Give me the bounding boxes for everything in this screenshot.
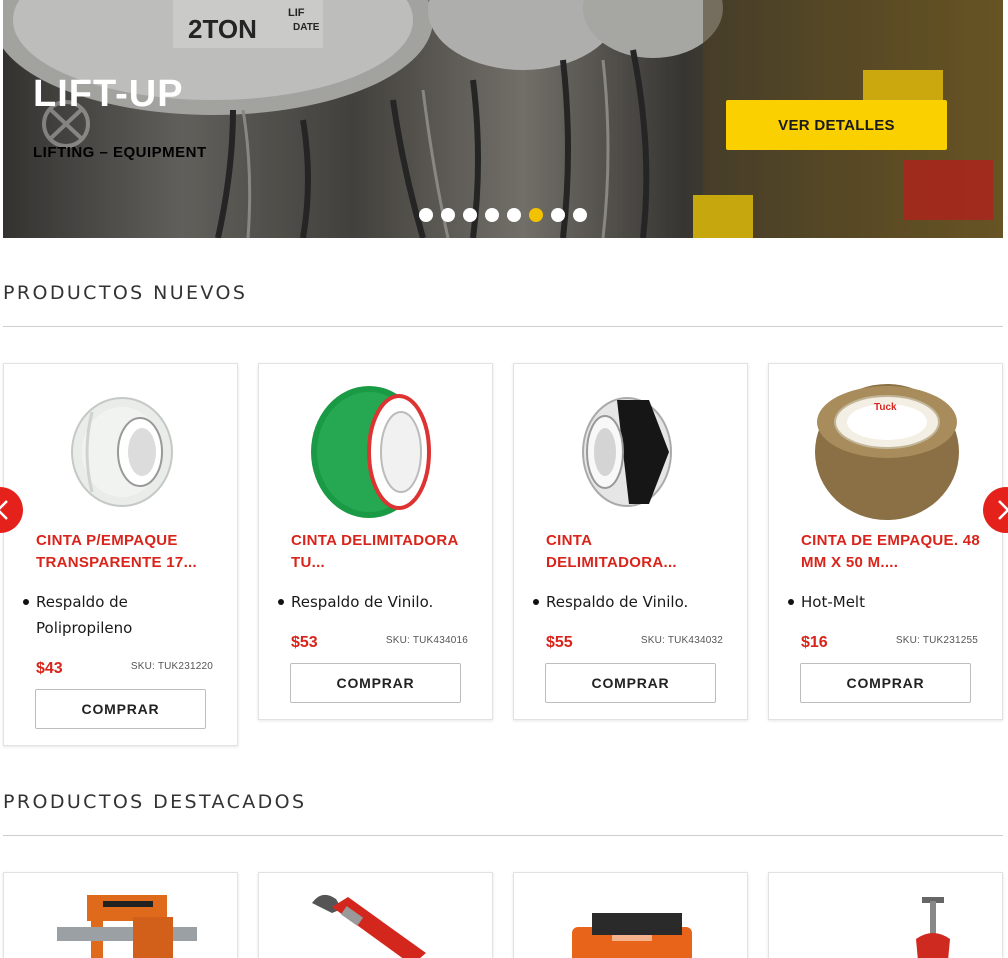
chevron-left-icon	[0, 500, 8, 520]
product-image[interactable]	[787, 887, 987, 958]
product-sku: SKU: TUK434032	[640, 635, 723, 646]
slider-dots	[419, 208, 587, 222]
product-price: $16	[801, 634, 828, 651]
view-details-button[interactable]: VER DETALLES	[726, 100, 947, 150]
product-price: $43	[36, 660, 63, 677]
featured-product-card[interactable]	[3, 872, 238, 958]
product-image[interactable]	[532, 887, 732, 958]
clear-tape-icon	[71, 397, 173, 507]
product-sku: SKU: TUK231255	[895, 635, 978, 646]
green-tape-icon	[311, 386, 431, 518]
slider-dot-3[interactable]	[463, 208, 477, 222]
brand-tagline: LIFTING – EQUIPMENT	[33, 144, 207, 161]
product-card[interactable]: CINTA P/EMPAQUE TRANSPARENTE 17... Respa…	[3, 363, 238, 746]
slider-dot-1[interactable]	[419, 208, 433, 222]
svg-text:Tuck: Tuck	[874, 402, 897, 413]
slider-dot-7[interactable]	[551, 208, 565, 222]
band-saw-icon	[57, 895, 197, 958]
hero-brand: LIFT-UP	[33, 74, 184, 114]
product-sku: SKU: TUK231220	[130, 661, 213, 672]
featured-products-title: PRODUCTOS DESTACADOS	[3, 791, 307, 813]
product-feature: Respaldo de Polipropileno	[23, 589, 226, 641]
section-divider	[3, 835, 1003, 836]
product-name[interactable]: CINTA DELIMITADORA TU...	[291, 530, 471, 574]
product-price: $53	[291, 634, 318, 651]
product-card[interactable]: CINTA DELIMITADORA TU... Respaldo de Vin…	[258, 363, 493, 720]
slider-dot-2[interactable]	[441, 208, 455, 222]
product-image[interactable]	[22, 887, 222, 958]
black-white-tape-icon	[582, 397, 672, 507]
product-price: $55	[546, 634, 573, 651]
product-sku: SKU: TUK434016	[385, 635, 468, 646]
product-image[interactable]	[22, 378, 222, 526]
pipe-cutter-icon	[916, 897, 950, 958]
product-feature: Hot-Melt	[788, 589, 991, 615]
buy-button[interactable]: COMPRAR	[290, 663, 461, 703]
featured-product-card[interactable]	[513, 872, 748, 958]
slider-dot-5[interactable]	[507, 208, 521, 222]
product-card[interactable]: Tuck CINTA DE EMPAQUE. 48 MM X 50 M.... …	[768, 363, 1003, 720]
chevron-right-icon	[998, 500, 1008, 520]
brand-name: LIFT-UP	[33, 73, 184, 115]
product-image[interactable]	[277, 887, 477, 958]
product-image[interactable]	[532, 378, 732, 526]
buy-button[interactable]: COMPRAR	[35, 689, 206, 729]
product-image[interactable]: Tuck	[787, 378, 987, 526]
new-products-title: PRODUCTOS NUEVOS	[3, 282, 248, 304]
hero-slider[interactable]: 2TON LIF DATE LIFT-UP LIFTING – EQUIPMEN…	[3, 0, 1003, 238]
product-name[interactable]: CINTA P/EMPAQUE TRANSPARENTE 17...	[36, 530, 216, 574]
buy-button[interactable]: COMPRAR	[545, 663, 716, 703]
slider-dot-8[interactable]	[573, 208, 587, 222]
slider-dot-4[interactable]	[485, 208, 499, 222]
buy-button[interactable]: COMPRAR	[800, 663, 971, 703]
product-feature: Respaldo de Vinilo.	[278, 589, 481, 615]
slider-dot-6[interactable]	[529, 208, 543, 222]
featured-product-card[interactable]	[768, 872, 1003, 958]
product-card[interactable]: CINTA DELIMITADORA... Respaldo de Vinilo…	[513, 363, 748, 720]
brown-tape-icon: Tuck	[815, 384, 959, 520]
section-divider	[3, 326, 1003, 327]
carousel-next-button[interactable]	[983, 487, 1008, 533]
product-name[interactable]: CINTA DE EMPAQUE. 48 MM X 50 M....	[801, 530, 981, 574]
product-feature: Respaldo de Vinilo.	[533, 589, 736, 615]
featured-product-card[interactable]	[258, 872, 493, 958]
product-image[interactable]	[277, 378, 477, 526]
pipe-wrench-icon	[312, 894, 426, 958]
carousel-prev-button[interactable]	[0, 487, 23, 533]
page: 2TON LIF DATE LIFT-UP LIFTING – EQUIPMEN…	[0, 0, 1008, 958]
power-tool-icon	[572, 913, 692, 958]
product-name[interactable]: CINTA DELIMITADORA...	[546, 530, 726, 574]
